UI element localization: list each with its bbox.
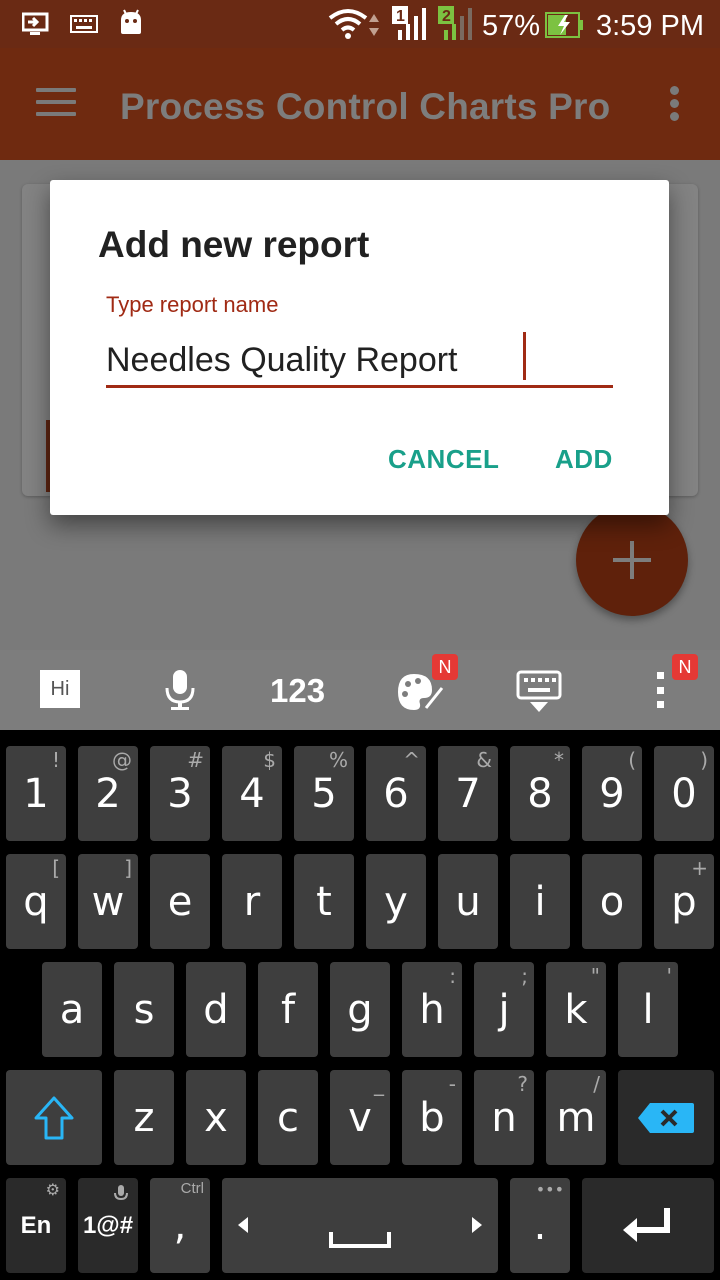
settings-gear-icon: ⚙ [45, 1180, 60, 1199]
key-w[interactable]: w] [78, 854, 138, 949]
key-c[interactable]: c [258, 1070, 318, 1165]
period-label: . [533, 1202, 547, 1249]
key-i[interactable]: i [510, 854, 570, 949]
plus-icon-vertical [630, 541, 634, 579]
key-o[interactable]: o [582, 854, 642, 949]
key-b[interactable]: b- [402, 1070, 462, 1165]
microphone-icon[interactable] [162, 668, 198, 712]
key-a[interactable]: a [42, 962, 102, 1057]
key-4[interactable]: 4 $ [222, 746, 282, 841]
signal-sim2-icon: 2 [438, 6, 472, 40]
period-key[interactable]: . ••• [510, 1178, 570, 1273]
key-0[interactable]: 0) [654, 746, 714, 841]
key-u[interactable]: u [438, 854, 498, 949]
key-7[interactable]: 7 & [438, 746, 498, 841]
data-activity-icon [369, 14, 379, 36]
key-h[interactable]: h: [402, 962, 462, 1057]
key-v[interactable]: v _ [330, 1070, 390, 1165]
add-button[interactable]: ADD [555, 444, 613, 475]
key-9[interactable]: 9( [582, 746, 642, 841]
more-punctuation-icon: ••• [535, 1180, 564, 1199]
cancel-button[interactable]: CANCEL [388, 444, 499, 475]
android-icon [121, 9, 141, 34]
dialog-title: Add new report [98, 224, 370, 265]
language-key[interactable]: En ⚙ [6, 1178, 66, 1273]
add-report-fab[interactable] [576, 504, 688, 616]
mic-small-icon [114, 1185, 128, 1201]
ctrl-label: Ctrl [180, 1180, 204, 1197]
key-z[interactable]: z [114, 1070, 174, 1165]
wifi-icon [328, 9, 368, 39]
key-5[interactable]: 5% [294, 746, 354, 841]
cursor-right-icon [472, 1217, 482, 1233]
shift-arrow-icon [34, 1096, 74, 1139]
key-j[interactable]: j; [474, 962, 534, 1057]
report-name-label: Type report name [106, 292, 279, 317]
key-6[interactable]: 6 ^ [366, 746, 426, 841]
symbols-label: 1@# [82, 1211, 134, 1239]
backspace-key[interactable] [618, 1070, 714, 1165]
key-x[interactable]: x [186, 1070, 246, 1165]
battery-charging-icon [545, 12, 583, 38]
key-y[interactable]: y [366, 854, 426, 949]
key-d[interactable]: d [186, 962, 246, 1057]
language-label: En [20, 1211, 52, 1239]
key-f[interactable]: f [258, 962, 318, 1057]
key-2[interactable]: 2 @ [78, 746, 138, 841]
comma-key[interactable]: , Ctrl [150, 1178, 210, 1273]
key-g[interactable]: g [330, 962, 390, 1057]
keyboard-toolbar: Hi 123 N N [0, 650, 720, 730]
key-l[interactable]: l ' [618, 962, 678, 1057]
sim2-number: 2 [442, 8, 451, 25]
key-3[interactable]: 3 # [150, 746, 210, 841]
keyboard-icon [70, 15, 98, 33]
key-k[interactable]: k " [546, 962, 606, 1057]
key-s[interactable]: s [114, 962, 174, 1057]
new-badge: N [432, 654, 458, 680]
clock: 3:59 PM [596, 10, 704, 42]
screen-cast-icon [22, 12, 49, 35]
space-bar-icon [329, 1232, 391, 1248]
key-r[interactable]: r [222, 854, 282, 949]
enter-return-icon [623, 1207, 670, 1242]
hide-keyboard-icon[interactable] [516, 668, 562, 714]
enter-key[interactable] [582, 1178, 714, 1273]
hamburger-menu-icon[interactable] [36, 88, 76, 118]
report-name-input[interactable] [106, 330, 613, 388]
keyboard: 1! 2 @ 3 # 4 $ 5% 6 ^ 7 & 8 * 9( 0) q[ w] e r … [0, 730, 720, 1280]
add-report-dialog: Add new report Type report name CANCEL A… [50, 180, 669, 515]
key-1[interactable]: 1! [6, 746, 66, 841]
shift-key[interactable] [6, 1070, 102, 1165]
new-badge-more: N [672, 654, 698, 680]
overflow-menu-icon[interactable] [670, 86, 682, 122]
sim1-number: 1 [396, 8, 405, 25]
cursor-left-icon [238, 1217, 248, 1233]
key-q[interactable]: q[ [6, 854, 66, 949]
symbols-key[interactable]: 1@# [78, 1178, 138, 1273]
signal-sim1-icon: 1 [392, 6, 426, 40]
numbers-toggle[interactable]: 123 [270, 672, 325, 710]
backspace-icon [638, 1102, 694, 1133]
space-key[interactable] [222, 1178, 498, 1273]
comma-label: , [173, 1202, 187, 1249]
status-bar: 1 2 57% 3:59 PM [0, 0, 720, 48]
app-bar: Process Control Charts Pro [0, 48, 720, 160]
key-m[interactable]: m / [546, 1070, 606, 1165]
more-options-icon[interactable] [652, 672, 668, 708]
key-8[interactable]: 8 * [510, 746, 570, 841]
text-caret [523, 332, 526, 380]
sticker-button[interactable]: Hi [40, 670, 80, 708]
battery-percent: 57% [482, 10, 541, 42]
key-n[interactable]: n? [474, 1070, 534, 1165]
key-p[interactable]: p + [654, 854, 714, 949]
key-t[interactable]: t [294, 854, 354, 949]
key-e[interactable]: e [150, 854, 210, 949]
app-title: Process Control Charts Pro [120, 86, 611, 127]
